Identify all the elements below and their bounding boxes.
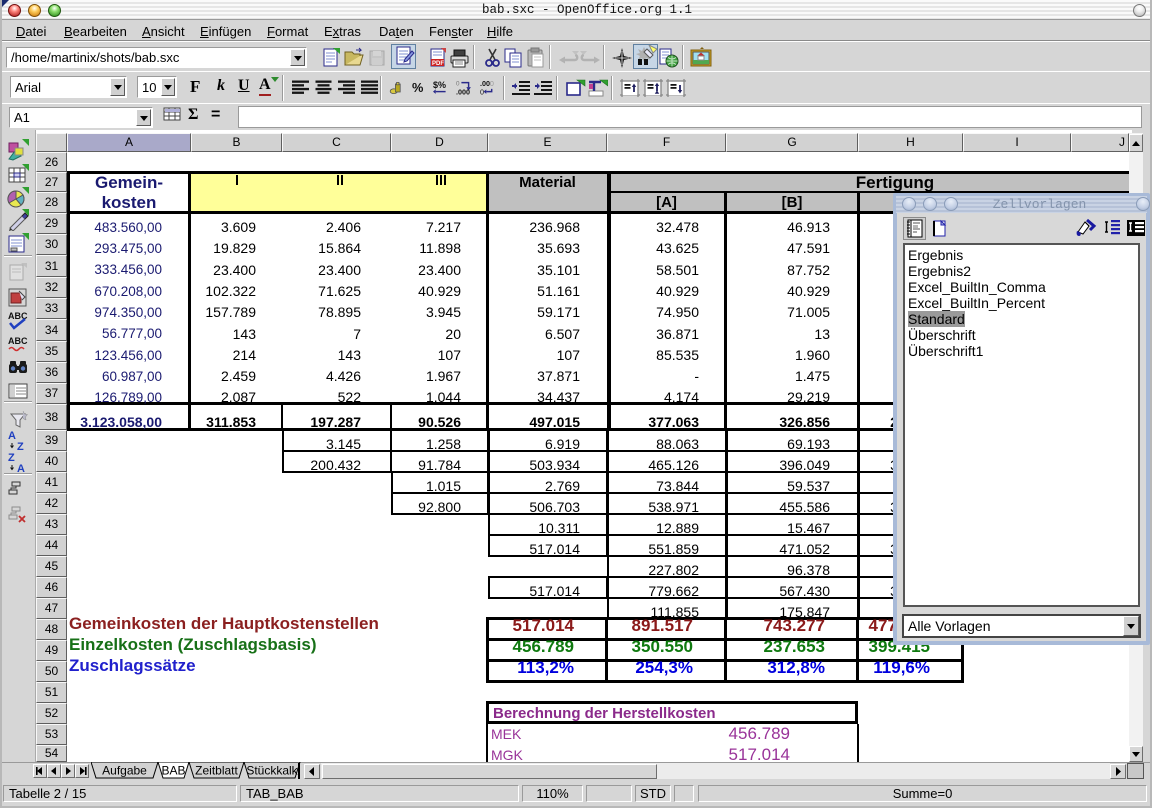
svg-text:Z: Z <box>8 452 15 464</box>
svg-text:$%: $% <box>433 80 446 90</box>
svg-text:Zeitblatt: Zeitblatt <box>195 764 238 778</box>
svg-text:.000: .000 <box>456 87 470 96</box>
svg-text:0: 0 <box>480 87 484 96</box>
svg-text:BAB: BAB <box>161 764 185 778</box>
svg-text:A: A <box>8 430 16 442</box>
svg-text:Stückkalk: Stückkalk <box>246 764 298 778</box>
svg-text:%: % <box>412 80 424 95</box>
svg-text:0: 0 <box>490 79 494 88</box>
svg-text:PDF: PDF <box>432 61 444 67</box>
svg-text:ABC: ABC <box>8 336 28 346</box>
svg-text:Aufgabe: Aufgabe <box>102 764 147 778</box>
svg-text:Z: Z <box>17 441 24 452</box>
